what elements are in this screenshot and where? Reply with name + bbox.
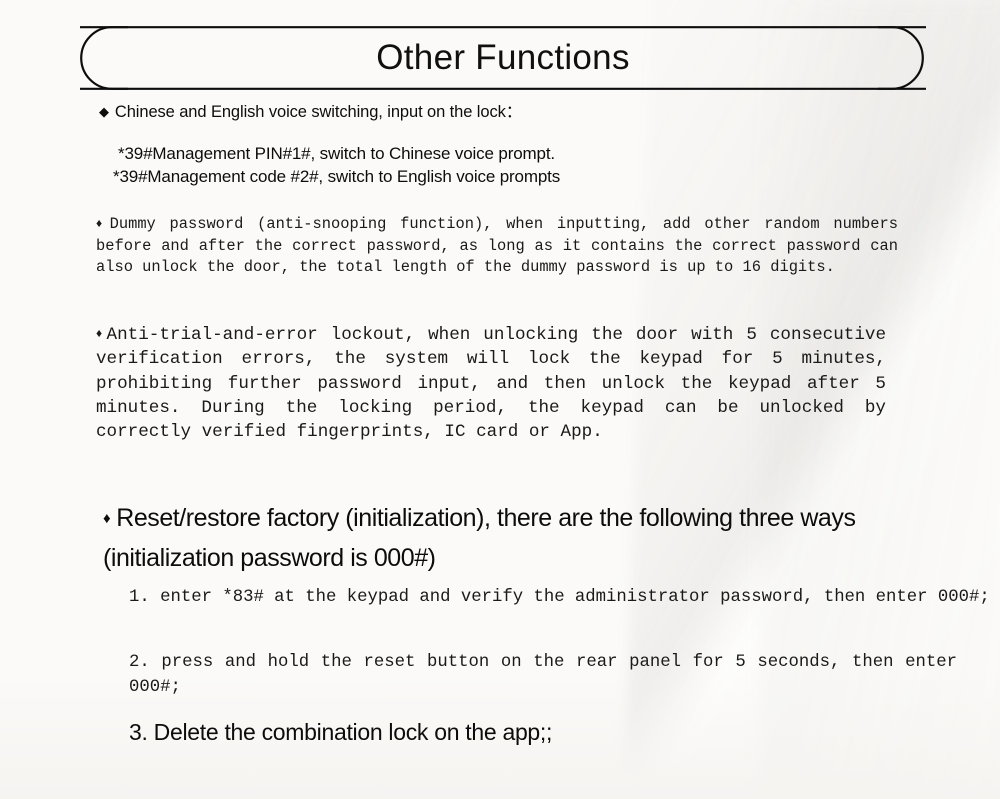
reset-factory-heading: ♦ Reset/restore factory (initialization),… bbox=[103, 500, 981, 577]
dummy-password-text: Dummy password (anti-snooping function),… bbox=[96, 215, 899, 276]
reset-factory-heading-text: Reset/restore factory (initialization), … bbox=[103, 504, 856, 572]
dummy-password-paragraph: ♦ Dummy password (anti-snooping function)… bbox=[96, 214, 898, 279]
reset-step-2: 2. press and hold the reset button on th… bbox=[129, 653, 957, 697]
voice-command-english: *39#Management code #2#, switch to Engli… bbox=[113, 167, 561, 186]
page-title-container: Other Functions bbox=[80, 26, 926, 90]
reset-step-1: 1. enter *83# at the keypad and verify t… bbox=[129, 588, 990, 607]
lockout-text: Anti-trial-and-error lockout, when unloc… bbox=[96, 325, 886, 443]
lockout-paragraph: ♦ Anti-trial-and-error lockout, when unlo… bbox=[96, 323, 886, 444]
page-title: Other Functions bbox=[376, 38, 630, 77]
diamond-bullet-icon: ♦ bbox=[103, 510, 111, 527]
voice-switching-heading-text: Chinese and English voice switching, inp… bbox=[114, 103, 523, 121]
diamond-bullet-icon: ♦ bbox=[96, 216, 107, 230]
reset-step-3: 3. Delete the combination lock on the ap… bbox=[129, 719, 553, 745]
voice-switching-heading: ◆ Chinese and English voice switching, in… bbox=[99, 98, 522, 122]
diamond-bullet-icon: ♦ bbox=[96, 326, 105, 340]
voice-command-chinese: *39#Management PIN#1#, switch to Chinese… bbox=[118, 144, 555, 163]
slide-page: Other Functions ◆ Chinese and English voi… bbox=[0, 0, 1000, 799]
diamond-bullet-icon: ◆ bbox=[99, 104, 109, 119]
